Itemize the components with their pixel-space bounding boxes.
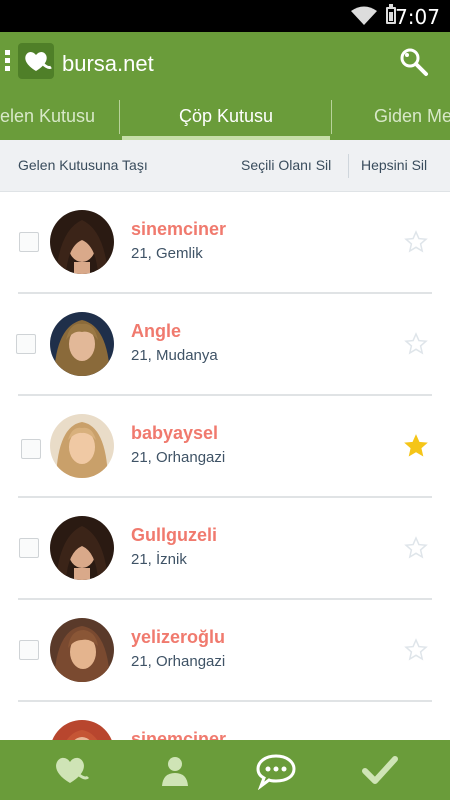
sender-name: yelizeroğlu	[131, 627, 226, 647]
select-checkbox[interactable]	[21, 439, 41, 459]
select-checkbox[interactable]	[19, 232, 39, 252]
profile-icon[interactable]	[155, 750, 195, 790]
status-bar: 7:07	[0, 0, 450, 32]
sender-name: sinemciner	[131, 729, 227, 740]
app-bar: bursa.net	[0, 32, 450, 94]
sender-name: sinemciner	[131, 219, 227, 239]
star-icon[interactable]	[404, 536, 428, 560]
delete-all-button[interactable]: Hepsini Sil	[361, 157, 427, 173]
sender-name: Gullguzeli	[131, 525, 218, 545]
tab-divider	[331, 100, 332, 134]
star-icon[interactable]	[404, 230, 428, 254]
tab-inbox[interactable]: Gelen Kutusu	[0, 94, 118, 140]
app-logo[interactable]	[18, 43, 54, 79]
select-checkbox[interactable]	[19, 538, 39, 558]
sender-detail: 21, Orhangazi	[131, 653, 226, 670]
sender-detail: 21, İznik	[131, 551, 187, 568]
message-list: sinemciner 21, Gemlik Angle 21, Mudanya	[0, 192, 450, 740]
avatar[interactable]	[50, 618, 114, 682]
avatar[interactable]	[50, 720, 114, 740]
list-item[interactable]: Angle 21, Mudanya	[0, 294, 450, 396]
sender-name: babyaysel	[131, 423, 219, 443]
heart-logo-icon	[25, 52, 52, 71]
action-bar: Gelen Kutusuna Taşı Seçili Olanı Sil Hep…	[0, 140, 450, 192]
status-time: 7:07	[395, 5, 440, 29]
heart-icon[interactable]	[50, 750, 90, 790]
tab-bar: Gelen Kutusu Çöp Kutusu Giden Mesajlar	[0, 94, 450, 140]
avatar[interactable]	[50, 312, 114, 376]
sender-detail: 21, Gemlik	[131, 245, 203, 262]
action-divider	[348, 154, 349, 178]
list-item[interactable]: sinemciner 21, Gemlik	[0, 192, 450, 294]
star-icon[interactable]	[404, 332, 428, 356]
avatar[interactable]	[50, 414, 114, 478]
star-icon[interactable]	[404, 638, 428, 662]
bottom-nav	[0, 740, 450, 800]
list-item[interactable]: babyaysel 21, Orhangazi	[0, 396, 450, 498]
move-to-inbox-button[interactable]: Gelen Kutusuna Taşı	[18, 157, 148, 173]
avatar[interactable]	[50, 516, 114, 580]
drawer-menu-icon[interactable]	[5, 50, 11, 74]
list-item[interactable]: Gullguzeli 21, İznik	[0, 498, 450, 600]
star-icon[interactable]	[404, 434, 428, 458]
search-icon[interactable]	[398, 46, 430, 78]
tab-trash[interactable]: Çöp Kutusu	[122, 94, 330, 140]
select-checkbox[interactable]	[16, 334, 36, 354]
avatar[interactable]	[50, 210, 114, 274]
list-item[interactable]: sinemciner	[0, 702, 450, 740]
wifi-icon	[351, 6, 377, 25]
sender-detail: 21, Orhangazi	[131, 449, 226, 466]
sender-name: Angle	[131, 321, 182, 341]
sender-detail: 21, Mudanya	[131, 347, 218, 364]
select-checkbox[interactable]	[19, 640, 39, 660]
app-title: bursa.net	[62, 51, 154, 76]
tab-divider	[119, 100, 120, 134]
list-item[interactable]: yelizeroğlu 21, Orhangazi	[0, 600, 450, 702]
checkmark-icon[interactable]	[360, 750, 400, 790]
delete-selected-button[interactable]: Seçili Olanı Sil	[241, 157, 331, 173]
chat-bubble-icon[interactable]	[256, 750, 296, 790]
tab-sent[interactable]: Giden Mesajlar	[334, 94, 450, 140]
